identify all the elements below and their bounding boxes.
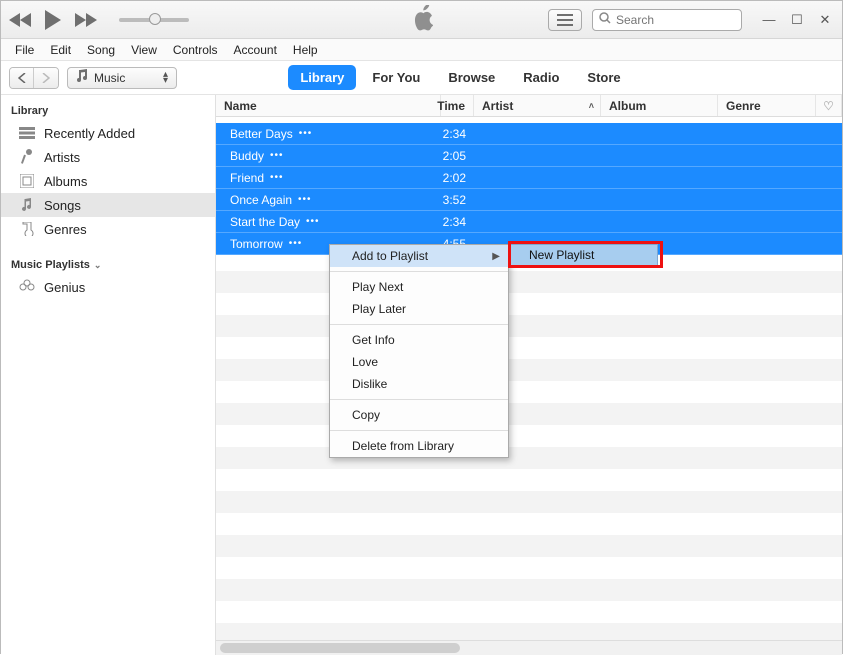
microphone-icon xyxy=(19,149,35,165)
menu-view[interactable]: View xyxy=(125,41,163,59)
sidebar-item-label: Genius xyxy=(44,280,85,295)
more-icon[interactable]: ••• xyxy=(270,172,284,183)
tab-browse[interactable]: Browse xyxy=(436,65,507,90)
menu-bar: File Edit Song View Controls Account Hel… xyxy=(1,39,842,61)
sidebar-item-label: Recently Added xyxy=(44,126,135,141)
more-icon[interactable]: ••• xyxy=(306,216,320,227)
next-track-button[interactable] xyxy=(73,12,97,28)
ctx-play-next[interactable]: Play Next xyxy=(330,276,508,298)
nav-row: Music ▴▾ Library For You Browse Radio St… xyxy=(1,61,842,95)
sort-asc-icon: ˄ xyxy=(589,101,594,111)
sidebar-item-label: Artists xyxy=(44,150,80,165)
window-close-button[interactable]: ✕ xyxy=(816,13,834,27)
play-button[interactable] xyxy=(43,9,63,31)
menu-controls[interactable]: Controls xyxy=(167,41,224,59)
ctx-separator xyxy=(330,271,508,272)
ctx-copy[interactable]: Copy xyxy=(330,404,508,426)
menu-edit[interactable]: Edit xyxy=(44,41,77,59)
horizontal-scrollbar[interactable] xyxy=(216,640,842,655)
ctx-separator xyxy=(330,324,508,325)
col-time[interactable]: Time xyxy=(441,95,474,116)
song-row[interactable]: Once Again••• 3:52 xyxy=(216,189,842,211)
sidebar-item-albums[interactable]: Albums xyxy=(1,169,215,193)
sidebar-item-recently-added[interactable]: Recently Added xyxy=(1,121,215,145)
apple-logo-icon xyxy=(411,5,433,34)
song-row[interactable]: Start the Day••• 2:34 xyxy=(216,211,842,233)
ctx-delete-from-library[interactable]: Delete from Library xyxy=(330,435,508,457)
col-genre[interactable]: Genre xyxy=(718,95,816,116)
content-area: Name Time Artist˄ Album Genre ♡ Better D… xyxy=(216,95,842,655)
updown-icon: ▴▾ xyxy=(163,72,168,84)
submenu-arrow-icon: ▶ xyxy=(492,251,500,262)
ctx-new-playlist[interactable]: New Playlist xyxy=(508,244,658,266)
player-toolbar: — ☐ ✕ xyxy=(1,1,842,39)
more-icon[interactable]: ••• xyxy=(289,238,303,249)
tabs: Library For You Browse Radio Store xyxy=(288,65,632,90)
col-name[interactable]: Name xyxy=(216,95,441,116)
genius-icon xyxy=(19,279,35,295)
volume-slider[interactable] xyxy=(119,18,189,22)
more-icon[interactable]: ••• xyxy=(299,128,313,139)
genre-icon xyxy=(19,221,35,237)
sidebar: Library Recently Added Artists Albums So… xyxy=(1,95,216,655)
ctx-play-later[interactable]: Play Later xyxy=(330,298,508,320)
song-row[interactable]: Buddy••• 2:05 xyxy=(216,145,842,167)
sidebar-item-songs[interactable]: Songs xyxy=(1,193,215,217)
menu-song[interactable]: Song xyxy=(81,41,121,59)
menu-account[interactable]: Account xyxy=(228,41,283,59)
heart-icon: ♡ xyxy=(823,99,834,113)
music-note-icon xyxy=(76,69,88,86)
sidebar-heading-playlists[interactable]: Music Playlists ⌄ xyxy=(1,255,215,275)
context-menu: Add to Playlist ▶ Play Next Play Later G… xyxy=(329,244,509,458)
previous-track-button[interactable] xyxy=(9,12,33,28)
sidebar-item-artists[interactable]: Artists xyxy=(1,145,215,169)
nav-forward-button[interactable] xyxy=(34,68,58,88)
ctx-add-to-playlist[interactable]: Add to Playlist ▶ xyxy=(330,245,508,267)
menu-help[interactable]: Help xyxy=(287,41,324,59)
menu-file[interactable]: File xyxy=(9,41,40,59)
nav-back-button[interactable] xyxy=(10,68,34,88)
search-icon xyxy=(599,12,611,27)
more-icon[interactable]: ••• xyxy=(270,150,284,161)
more-icon[interactable]: ••• xyxy=(298,194,312,205)
song-icon xyxy=(19,197,35,213)
sidebar-item-genius[interactable]: Genius xyxy=(1,275,215,299)
ctx-get-info[interactable]: Get Info xyxy=(330,329,508,351)
window-maximize-button[interactable]: ☐ xyxy=(788,13,806,27)
window-minimize-button[interactable]: — xyxy=(760,13,778,27)
tab-radio[interactable]: Radio xyxy=(511,65,571,90)
tab-library[interactable]: Library xyxy=(288,65,356,90)
ctx-separator xyxy=(330,430,508,431)
search-input[interactable] xyxy=(616,13,735,27)
tab-for-you[interactable]: For You xyxy=(360,65,432,90)
album-icon xyxy=(19,173,35,189)
chevron-down-icon: ⌄ xyxy=(94,260,102,271)
source-selector[interactable]: Music ▴▾ xyxy=(67,67,177,89)
songs-list: Better Days••• 2:34 Buddy••• 2:05 Friend… xyxy=(216,117,842,655)
song-row[interactable]: Friend••• 2:02 xyxy=(216,167,842,189)
source-label: Music xyxy=(94,71,125,85)
ctx-love[interactable]: Love xyxy=(330,351,508,373)
sidebar-item-label: Songs xyxy=(44,198,81,213)
col-album[interactable]: Album xyxy=(601,95,718,116)
sidebar-heading-library: Library xyxy=(1,101,215,121)
recent-icon xyxy=(19,125,35,141)
list-view-button[interactable] xyxy=(548,9,582,31)
ctx-separator xyxy=(330,399,508,400)
column-headers: Name Time Artist˄ Album Genre ♡ xyxy=(216,95,842,117)
sidebar-item-label: Genres xyxy=(44,222,87,237)
sidebar-item-label: Albums xyxy=(44,174,87,189)
song-row[interactable]: Better Days••• 2:34 xyxy=(216,123,842,145)
ctx-dislike[interactable]: Dislike xyxy=(330,373,508,395)
col-artist[interactable]: Artist˄ xyxy=(474,95,601,116)
search-field[interactable] xyxy=(592,9,742,31)
sidebar-item-genres[interactable]: Genres xyxy=(1,217,215,241)
tab-store[interactable]: Store xyxy=(575,65,632,90)
col-love[interactable]: ♡ xyxy=(816,95,842,116)
